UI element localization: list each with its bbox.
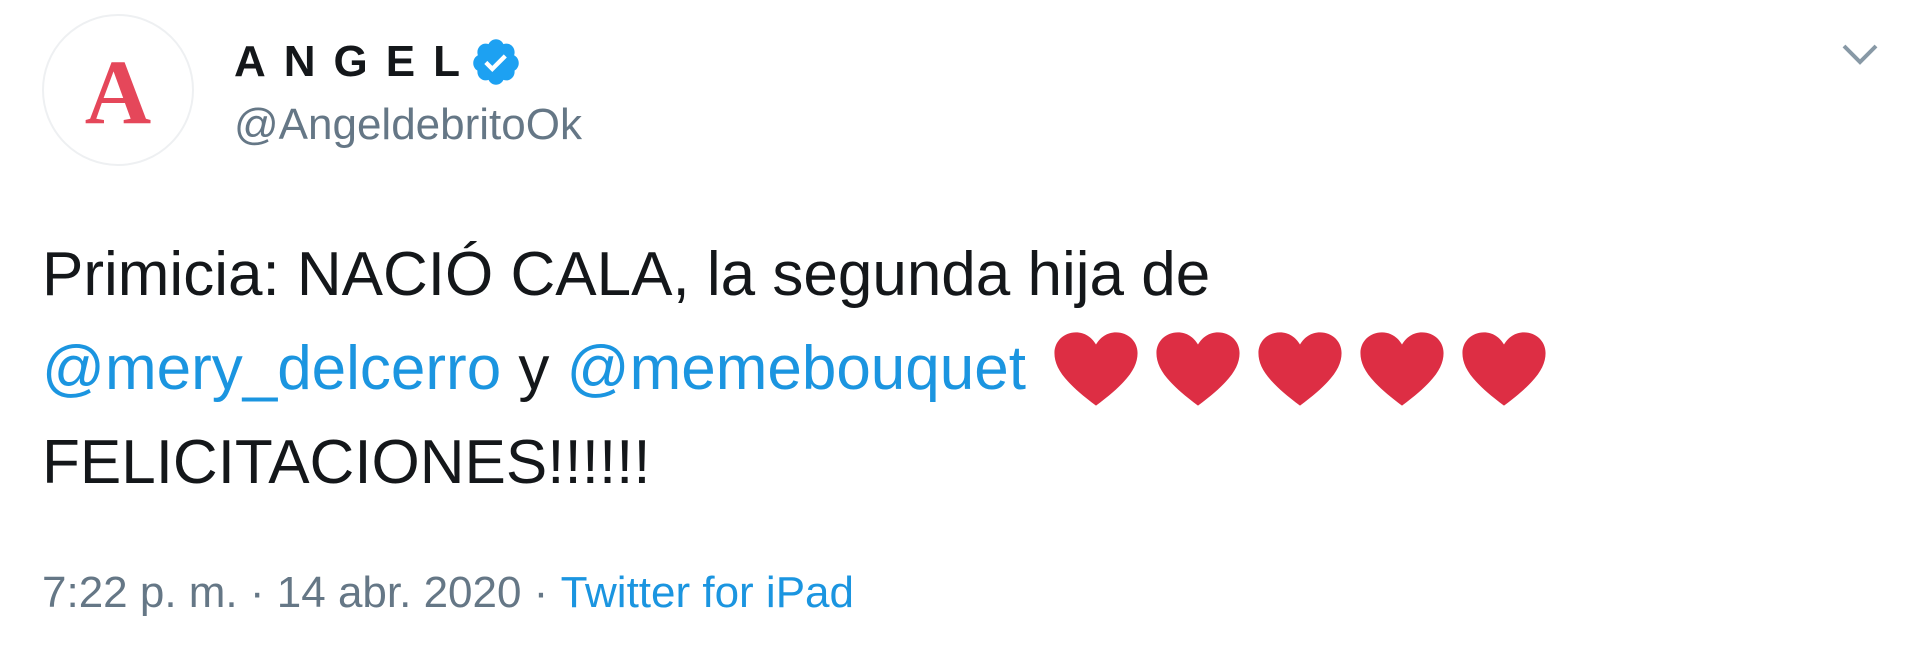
tweet-line-1: Primicia: NACIÓ CALA, la segunda hija de <box>42 228 1862 322</box>
meta-separator: · <box>521 568 561 617</box>
heart-emoji-group <box>1052 329 1562 409</box>
tweet-text-segment: FELICITACIONES!!!!!! <box>42 428 651 497</box>
tweet-line-2: @mery_delcerro y @memebouquet <box>42 322 1862 416</box>
tweet-line-3: FELICITACIONES!!!!!! <box>42 416 1862 510</box>
tweet-header: A ANGEL @AngeldebritoOk <box>42 14 582 166</box>
tweet-connector-text: y <box>501 334 567 403</box>
meta-separator: · <box>237 568 277 617</box>
mention-link-meme[interactable]: @memebouquet <box>567 322 1026 416</box>
tweet-date[interactable]: 14 abr. 2020 <box>277 568 522 618</box>
heart-icon <box>1360 332 1444 406</box>
heart-icon <box>1462 332 1546 406</box>
tweet-text-segment: Primicia: NACIÓ CALA, la segunda hija de <box>42 240 1211 309</box>
avatar-logo-letter: A <box>84 41 152 143</box>
chevron-down-icon[interactable] <box>1836 30 1884 78</box>
author-names: ANGEL @AngeldebritoOk <box>234 30 582 150</box>
tweet-text: Primicia: NACIÓ CALA, la segunda hija de… <box>42 228 1862 510</box>
tweet-time[interactable]: 7:22 p. m. <box>42 568 238 618</box>
author-handle[interactable]: @AngeldebritoOk <box>234 100 582 150</box>
heart-icon <box>1156 332 1240 406</box>
heart-icon <box>1054 332 1138 406</box>
mention-link-mery[interactable]: @mery_delcerro <box>42 322 501 416</box>
tweet-card: A ANGEL @AngeldebritoOk Primicia: NACIÓ … <box>0 0 1920 650</box>
tweet-source-link[interactable]: Twitter for iPad <box>561 568 854 618</box>
name-row: ANGEL <box>234 30 582 94</box>
heart-icon <box>1258 332 1342 406</box>
tweet-meta: 7:22 p. m. · 14 abr. 2020 · Twitter for … <box>42 568 854 618</box>
display-name[interactable]: ANGEL <box>234 37 478 87</box>
avatar[interactable]: A <box>42 14 194 166</box>
verified-badge-icon <box>473 39 519 85</box>
